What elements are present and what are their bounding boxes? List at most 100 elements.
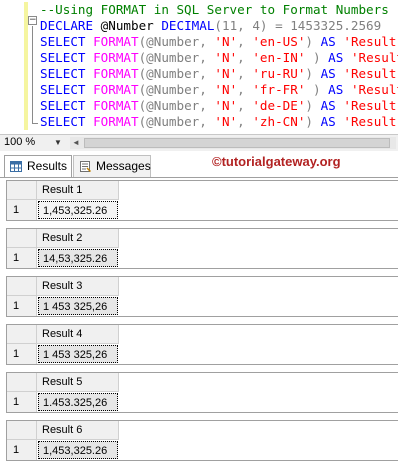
code-token: SELECT: [40, 50, 86, 65]
code-token: 'N': [214, 82, 238, 97]
grid-corner[interactable]: [7, 325, 37, 344]
column-header[interactable]: Result 6: [37, 421, 119, 440]
column-header[interactable]: Result 2: [37, 229, 119, 248]
grid-corner[interactable]: [7, 229, 37, 248]
grid-corner[interactable]: [7, 277, 37, 296]
code-token: 'N': [214, 34, 238, 49]
grid-cell[interactable]: 1,453,325.26: [38, 201, 118, 219]
zoom-select[interactable]: 100 %: [2, 135, 35, 150]
code-token: --Using FORMAT in SQL Server to Format N…: [40, 2, 389, 17]
zoom-bar: 100 % ▼ ◄: [0, 134, 398, 151]
code-token: ): [305, 98, 321, 113]
code-token: FORMAT: [93, 66, 139, 81]
result-grid-5[interactable]: Result 5 1 1.453.325,26: [6, 372, 398, 413]
results-pane[interactable]: Result 1 1 1,453,325.26 Result 2 1 14,53…: [0, 178, 398, 463]
code-token: 'N': [214, 66, 238, 81]
code-line[interactable]: SELECT FORMAT(@Number, 'N', 'fr-FR' ) AS…: [40, 82, 398, 98]
chevron-down-icon[interactable]: ▼: [54, 136, 62, 150]
code-token: SELECT: [40, 114, 86, 129]
code-token: 'Result 1': [343, 34, 397, 49]
code-line[interactable]: DECLARE @Number DECIMAL(11, 4) = 1453325…: [40, 18, 398, 34]
result-grid-2[interactable]: Result 2 1 14,53,325.26: [6, 228, 398, 269]
code-token: SELECT: [40, 34, 86, 49]
sql-editor[interactable]: − --Using FORMAT in SQL Server to Format…: [0, 0, 398, 134]
grid-corner[interactable]: [7, 373, 37, 392]
row-number[interactable]: 1: [7, 200, 37, 220]
code-token: AS: [328, 82, 344, 97]
code-token: AS: [320, 114, 336, 129]
code-token: (11, 4) = 1453325.2569: [214, 18, 382, 33]
code-line[interactable]: --Using FORMAT in SQL Server to Format N…: [40, 2, 398, 18]
grid-cell[interactable]: 1.453.325,26: [38, 393, 118, 411]
grid-corner[interactable]: [7, 421, 37, 440]
result-grid-3[interactable]: Result 3 1 1 453 325,26: [6, 276, 398, 317]
code-token: DECIMAL: [161, 18, 215, 33]
code-text[interactable]: --Using FORMAT in SQL Server to Format N…: [40, 2, 398, 130]
row-number[interactable]: 1: [7, 296, 37, 316]
code-line[interactable]: SELECT FORMAT(@Number, 'N', 'de-DE') AS …: [40, 98, 398, 114]
collapse-outline-icon[interactable]: −: [28, 16, 37, 25]
code-token: ): [305, 50, 329, 65]
scrollbar-thumb[interactable]: [84, 138, 390, 148]
code-token: SELECT: [40, 98, 86, 113]
grid-cell[interactable]: 14,53,325.26: [38, 249, 118, 267]
grid-corner[interactable]: [7, 181, 37, 200]
header-empty-area: [119, 373, 398, 392]
header-empty-area: [119, 181, 398, 200]
code-token: ): [305, 114, 321, 129]
watermark-brand: ©tutorialgateway.org: [212, 154, 341, 169]
code-token: (@Number,: [138, 82, 215, 97]
code-token: SELECT: [40, 66, 86, 81]
code-token: ,: [237, 114, 253, 129]
messages-icon: [80, 161, 91, 172]
code-token: ,: [237, 66, 253, 81]
code-token: (@Number,: [138, 114, 215, 129]
column-header[interactable]: Result 3: [37, 277, 119, 296]
grid-cell[interactable]: 1 453 325,26: [38, 345, 118, 363]
row-number[interactable]: 1: [7, 440, 37, 460]
code-token: 'Result 2': [350, 50, 398, 65]
code-token: ,: [237, 50, 253, 65]
code-token: 'de-DE': [252, 98, 306, 113]
column-header[interactable]: Result 1: [37, 181, 119, 200]
tab-messages[interactable]: Messages: [73, 155, 151, 177]
code-token: ): [305, 82, 329, 97]
code-token: 'en-US': [252, 34, 306, 49]
scroll-left-arrow-icon[interactable]: ◄: [72, 136, 80, 150]
code-line[interactable]: SELECT FORMAT(@Number, 'N', 'zh-CN') AS …: [40, 114, 398, 130]
code-token: (@Number,: [138, 50, 215, 65]
column-header[interactable]: Result 5: [37, 373, 119, 392]
code-token: AS: [320, 98, 336, 113]
row-number[interactable]: 1: [7, 344, 37, 364]
code-token: 'ru-RU': [252, 66, 306, 81]
code-token: FORMAT: [93, 50, 139, 65]
row-number[interactable]: 1: [7, 248, 37, 268]
outline-guide-end: [32, 123, 38, 124]
result-grid-4[interactable]: Result 4 1 1 453 325,26: [6, 324, 398, 365]
grid-cell[interactable]: 1,453,325.26: [38, 441, 118, 459]
code-token: 'Result 6': [343, 114, 397, 129]
code-token: 'Result 3': [343, 66, 397, 81]
code-token: FORMAT: [93, 98, 139, 113]
code-token: 'N': [214, 114, 238, 129]
code-token: AS: [320, 66, 336, 81]
code-token: 'en-IN': [252, 50, 306, 65]
code-token: ,: [237, 98, 253, 113]
grid-icon: [10, 161, 22, 172]
result-grid-1[interactable]: Result 1 1 1,453,325.26: [6, 180, 398, 221]
code-line[interactable]: SELECT FORMAT(@Number, 'N', 'ru-RU') AS …: [40, 66, 398, 82]
code-line[interactable]: SELECT FORMAT(@Number, 'N', 'en-US') AS …: [40, 34, 398, 50]
grid-cell[interactable]: 1 453 325,26: [38, 297, 118, 315]
tab-results[interactable]: Results: [4, 155, 72, 177]
code-token: ,: [237, 34, 253, 49]
column-header[interactable]: Result 4: [37, 325, 119, 344]
result-grid-6[interactable]: Result 6 1 1,453,325.26: [6, 420, 398, 461]
code-line[interactable]: SELECT FORMAT(@Number, 'N', 'en-IN' ) AS…: [40, 50, 398, 66]
row-number[interactable]: 1: [7, 392, 37, 412]
header-empty-area: [119, 421, 398, 440]
code-token: 'zh-CN': [252, 114, 306, 129]
code-token: 'Result 5': [343, 98, 397, 113]
